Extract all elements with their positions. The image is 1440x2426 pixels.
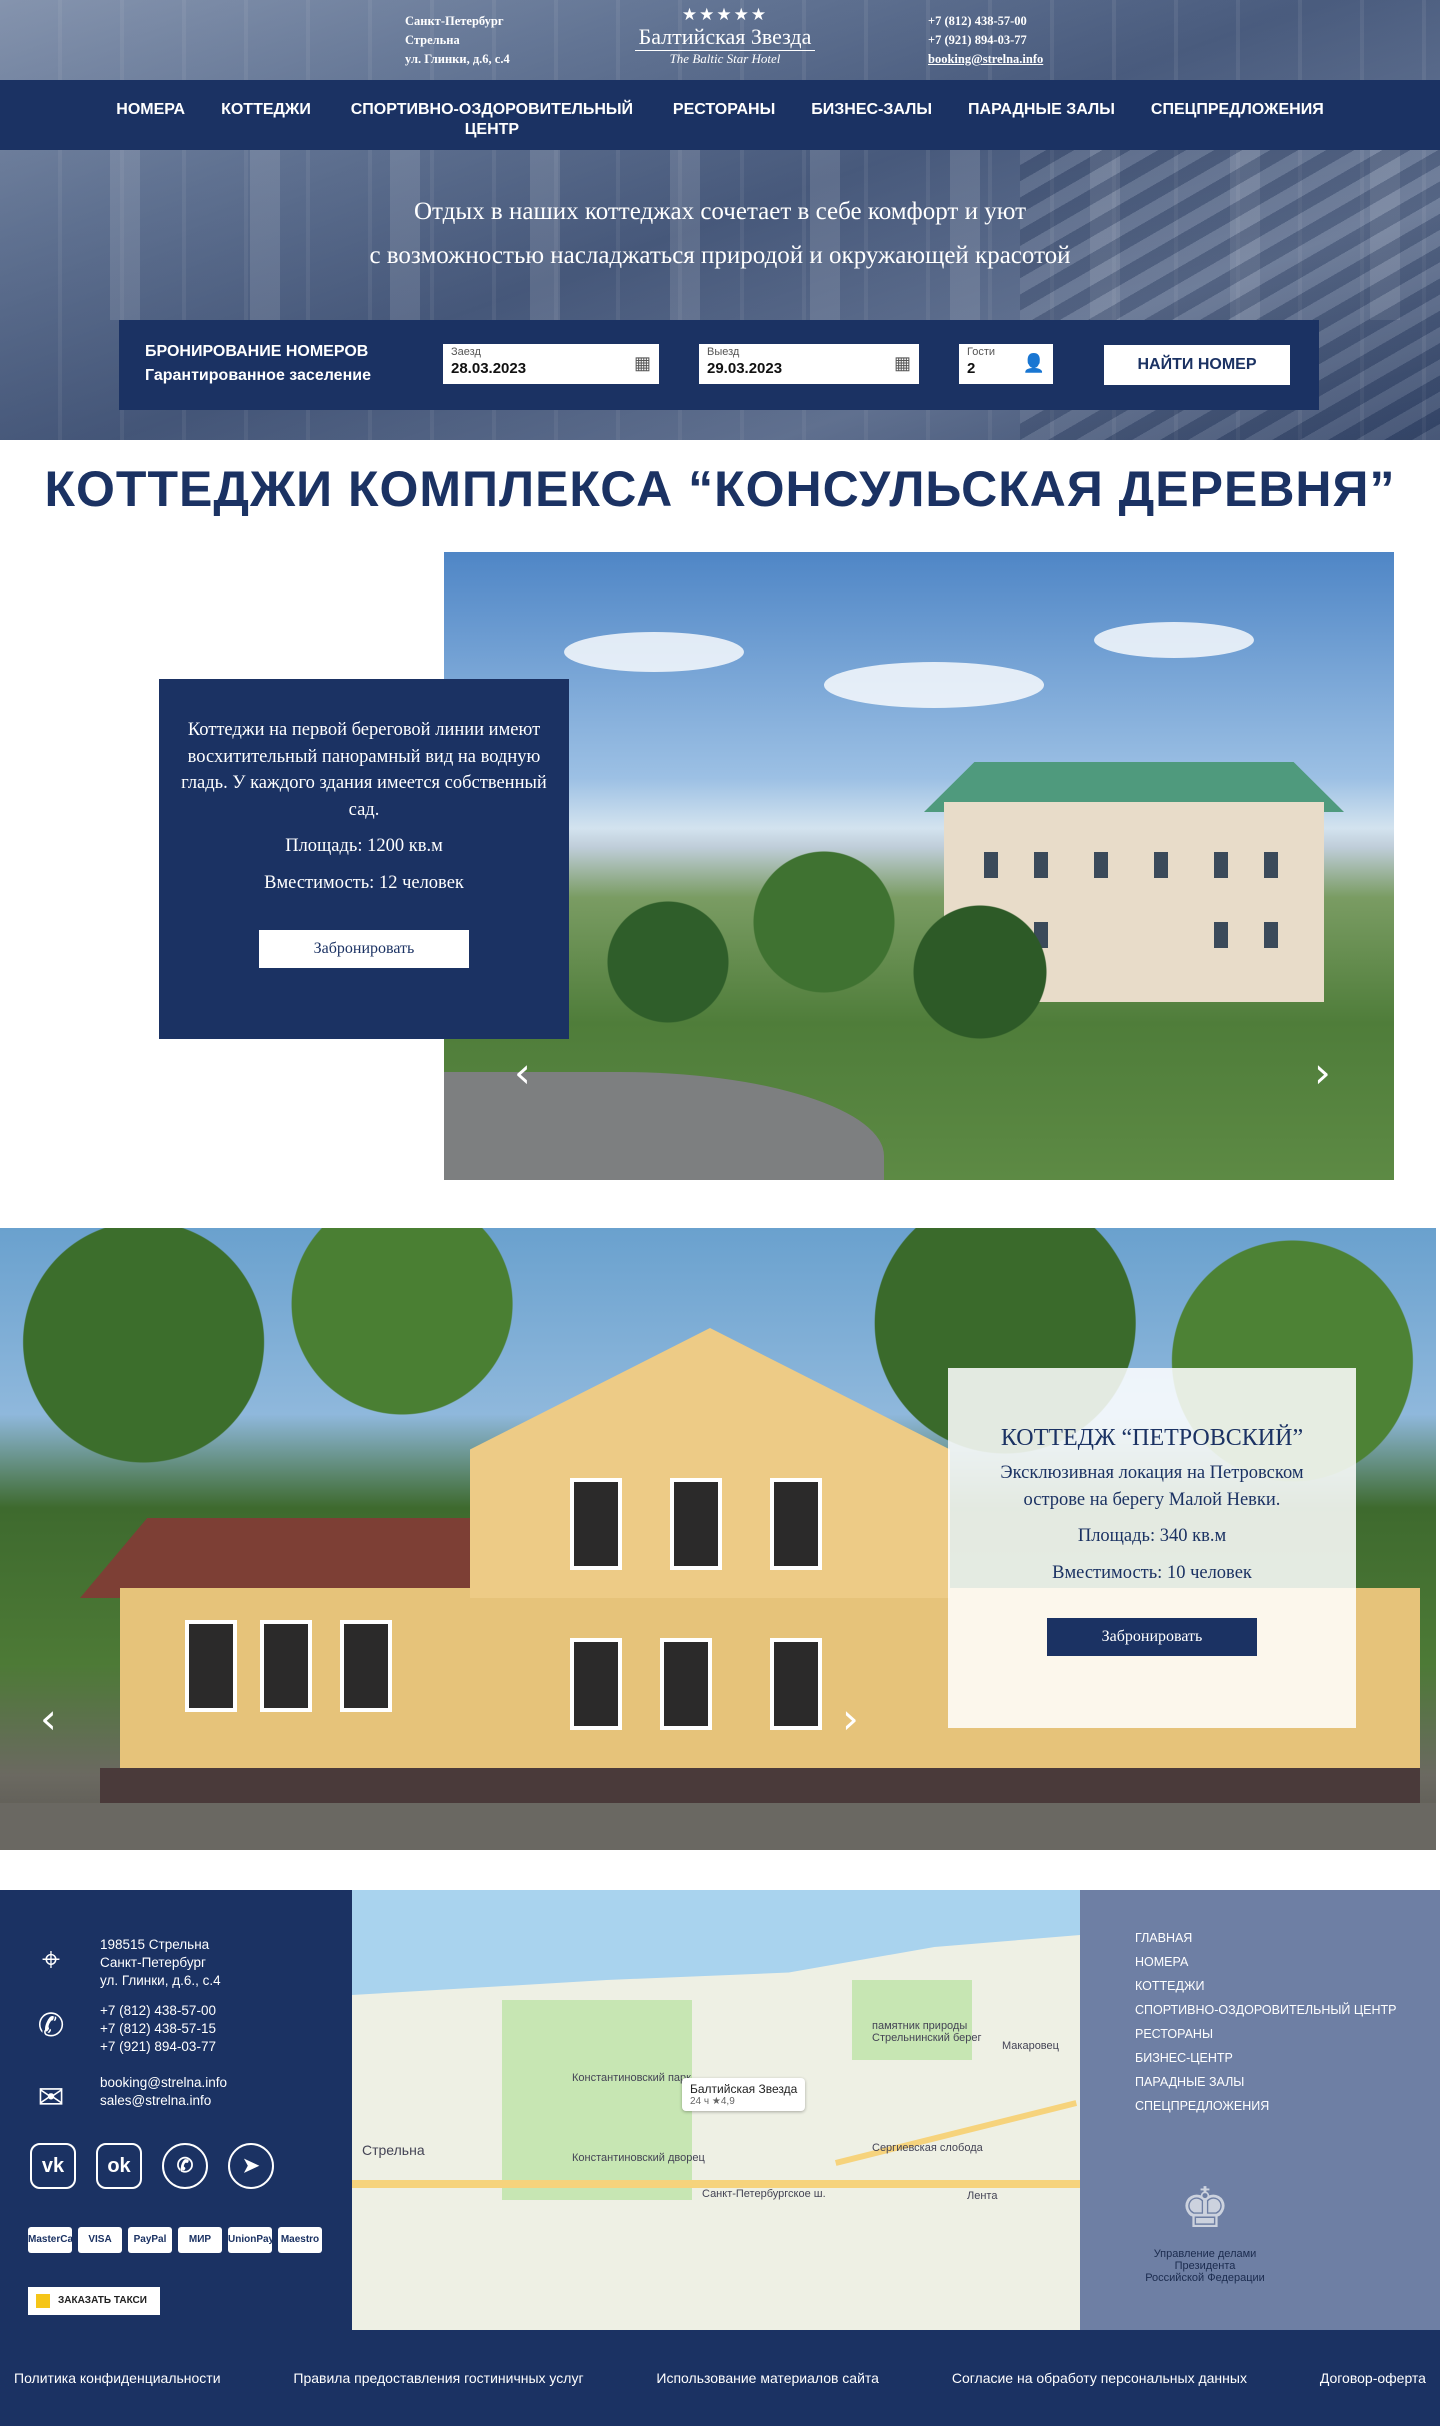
section-title: КОТТЕДЖИ КОМПЛЕКСА “КОНСУЛЬСКАЯ ДЕРЕВНЯ” <box>44 461 1396 517</box>
double-headed-eagle-icon: ♚ <box>1179 2176 1231 2239</box>
location-map[interactable]: Константиновский парк Константиновский д… <box>352 1890 1080 2330</box>
hero-section: Санкт-Петербург Стрельна ул. Глинки, д.6… <box>0 0 1440 440</box>
slider-next-arrow-icon[interactable]: › <box>842 1698 859 1740</box>
main-nav: НОМЕРА КОТТЕДЖИ СПОРТИВНО-ОЗДОРОВИТЕЛЬНЫ… <box>0 80 1440 150</box>
footer-menu-business-center[interactable]: БИЗНЕС-ЦЕНТР <box>1135 2046 1396 2070</box>
unionpay-icon: UnionPay <box>228 2227 272 2253</box>
slider-prev-arrow-icon[interactable]: ‹ <box>514 1052 531 1094</box>
header-email-link[interactable]: booking@strelna.info <box>928 50 1043 69</box>
telegram-icon[interactable]: ➤ <box>228 2143 274 2189</box>
footer-menu-home[interactable]: ГЛАВНАЯ <box>1135 1926 1396 1950</box>
nav-item-sport-center[interactable]: СПОРТИВНО-ОЗДОРОВИТЕЛЬНЫЙ ЦЕНТР <box>347 100 637 140</box>
hotel-map-pin[interactable]: Балтийская Звезда 24 ч ★4,9 <box>682 2078 806 2111</box>
cottage-capacity: Вместимость: 12 человек <box>264 872 464 893</box>
cottage-area: Площадь: 1200 кв.м <box>285 836 443 856</box>
nav-item-business-halls[interactable]: БИЗНЕС-ЗАЛЫ <box>811 100 932 140</box>
header-address: Санкт-Петербург Стрельна ул. Глинки, д.6… <box>405 14 510 66</box>
stars-icon: ★★★★★ <box>681 5 769 24</box>
visa-icon: VISA <box>78 2227 122 2253</box>
mastercard-icon: MasterCard <box>28 2227 72 2253</box>
footer-menu-cottages[interactable]: КОТТЕДЖИ <box>1135 1974 1396 1998</box>
order-taxi-button[interactable]: ЗАКАЗАТЬ ТАКСИ <box>28 2287 160 2315</box>
booking-bar: БРОНИРОВАНИЕ НОМЕРОВ Гарантированное зас… <box>119 320 1319 410</box>
phone-icon: ✆ <box>37 2007 65 2043</box>
footer-menu: ГЛАВНАЯ НОМЕРА КОТТЕДЖИ СПОРТИВНО-ОЗДОРО… <box>1135 1926 1396 2118</box>
booking-title: БРОНИРОВАНИЕ НОМЕРОВ Гарантированное зас… <box>145 343 371 384</box>
nav-item-special-offers[interactable]: СПЕЦПРЕДЛОЖЕНИЯ <box>1151 100 1324 140</box>
hotel-rules-link[interactable]: Правила предоставления гостиничных услуг <box>293 2370 583 2386</box>
cottage-title: КОТТЕДЖ “ПЕТРОВСКИЙ” <box>1000 1425 1304 1451</box>
guests-field[interactable]: Гости 2 👤 <box>959 344 1053 384</box>
odnoklassniki-icon[interactable]: ok <box>96 2143 142 2189</box>
book-button[interactable]: Забронировать <box>1047 1618 1257 1656</box>
footer-menu-special-offers[interactable]: СПЕЦПРЕДЛОЖЕНИЯ <box>1135 2094 1396 2118</box>
paypal-icon: PayPal <box>128 2227 172 2253</box>
hotel-logo[interactable]: ★★★★★ Балтийская Звезда The Baltic Star … <box>620 6 830 67</box>
nav-item-cottages[interactable]: КОТТЕДЖИ <box>221 100 311 140</box>
cottage-slider-1-image: ‹ › <box>444 552 1394 1180</box>
cottage-info-card: Коттеджи на первой береговой линии имеют… <box>159 679 569 1039</box>
header-phone[interactable]: +7 (812) 438-57-00 <box>928 12 1043 31</box>
cottage-description: Эксклюзивная локация на Петровском остро… <box>1000 1463 1304 1510</box>
footer: ⌖ 198515 Стрельна Санкт-Петербург ул. Гл… <box>0 1890 1440 2330</box>
checkin-date-field[interactable]: Заезд 28.03.2023 ▦ <box>443 344 659 384</box>
materials-usage-link[interactable]: Использование материалов сайта <box>656 2370 879 2386</box>
book-button[interactable]: Забронировать <box>259 930 469 968</box>
header-phone[interactable]: +7 (921) 894-03-77 <box>928 31 1043 50</box>
mir-icon: МИР <box>178 2227 222 2253</box>
privacy-policy-link[interactable]: Политика конфиденциальности <box>14 2370 221 2386</box>
footer-menu-sport-center[interactable]: СПОРТИВНО-ОЗДОРОВИТЕЛЬНЫЙ ЦЕНТР <box>1135 1998 1396 2022</box>
nav-item-banquet-halls[interactable]: ПАРАДНЫЕ ЗАЛЫ <box>968 100 1115 140</box>
envelope-icon: ✉ <box>37 2079 65 2115</box>
offer-contract-link[interactable]: Договор-оферта <box>1320 2370 1426 2386</box>
nav-item-restaurants[interactable]: РЕСТОРАНЫ <box>673 100 775 140</box>
calendar-icon[interactable]: ▦ <box>894 353 911 374</box>
location-pin-icon: ⌖ <box>41 1941 61 1977</box>
footer-contacts: ⌖ 198515 Стрельна Санкт-Петербург ул. Гл… <box>0 1890 352 2330</box>
footer-menu-rooms[interactable]: НОМЕРА <box>1135 1950 1396 1974</box>
whatsapp-icon[interactable]: ✆ <box>162 2143 208 2189</box>
cottage-description: Коттеджи на первой береговой линии имеют… <box>181 720 547 820</box>
maestro-icon: Maestro <box>278 2227 322 2253</box>
cottage-area: Площадь: 340 кв.м <box>1077 1526 1227 1546</box>
person-icon: 👤 <box>1022 353 1045 373</box>
footer-menu-banquet-halls[interactable]: ПАРАДНЫЕ ЗАЛЫ <box>1135 2070 1396 2094</box>
checkout-date-field[interactable]: Выезд 29.03.2023 ▦ <box>699 344 919 384</box>
data-consent-link[interactable]: Согласие на обработу персональных данных <box>952 2370 1247 2386</box>
cottage-info-card: КОТТЕДЖ “ПЕТРОВСКИЙ” Эксклюзивная локаци… <box>948 1368 1356 1728</box>
slider-next-arrow-icon[interactable]: › <box>1314 1052 1331 1094</box>
cottage-capacity: Вместимость: 10 человек <box>1052 1562 1252 1583</box>
calendar-icon[interactable]: ▦ <box>634 353 651 374</box>
vk-icon[interactable]: vk <box>30 2143 76 2189</box>
social-links: vk ok ✆ ➤ <box>30 2143 274 2189</box>
nav-item-rooms[interactable]: НОМЕРА <box>116 100 185 140</box>
slider-prev-arrow-icon[interactable]: ‹ <box>40 1698 57 1740</box>
hero-tagline: Отдых в наших коттеджах сочетает в себе … <box>369 198 1071 269</box>
header-contacts: +7 (812) 438-57-00 +7 (921) 894-03-77 bo… <box>928 12 1043 69</box>
find-room-button[interactable]: НАЙТИ НОМЕР <box>1104 345 1290 385</box>
government-emblem: ♚ Управление делами Президента Российско… <box>1142 2168 1268 2284</box>
payment-methods: MasterCard VISA PayPal МИР UnionPay Maes… <box>28 2227 322 2253</box>
bottom-links-bar: Политика конфиденциальности Правила пред… <box>0 2330 1440 2426</box>
footer-menu-restaurants[interactable]: РЕСТОРАНЫ <box>1135 2022 1396 2046</box>
